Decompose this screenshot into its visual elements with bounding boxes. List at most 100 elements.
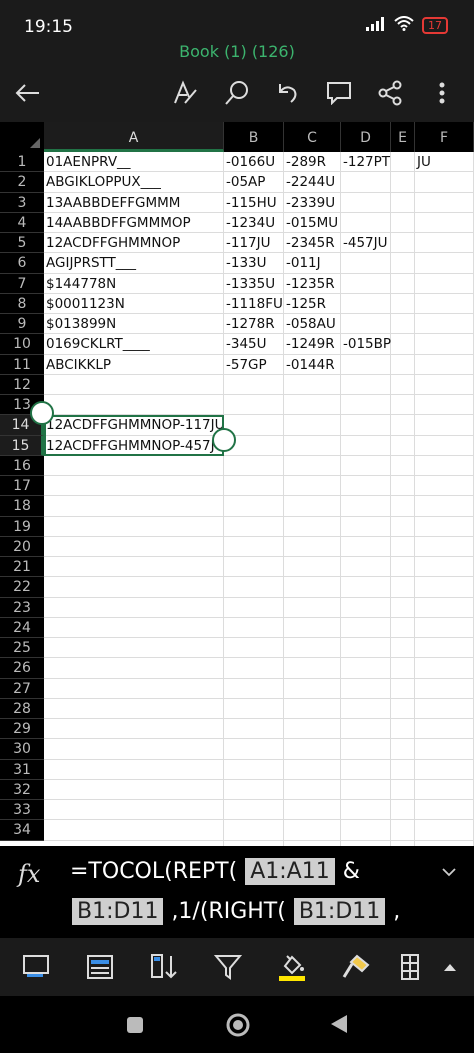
cell-c7[interactable]: -1235R xyxy=(284,274,335,294)
row-header-3[interactable]: 3 xyxy=(0,192,44,213)
home-icon[interactable] xyxy=(225,1012,251,1042)
row-header-28[interactable]: 28 xyxy=(0,698,44,719)
cell-c6[interactable]: -011J xyxy=(284,253,321,273)
filter-icon[interactable] xyxy=(212,952,244,982)
back-triangle-icon[interactable] xyxy=(330,1014,348,1038)
row-header-6[interactable]: 6 xyxy=(0,253,44,274)
cell-a2[interactable]: ABGIKLOPPUX___ xyxy=(44,172,161,192)
share-icon[interactable] xyxy=(373,76,407,110)
formula-ref-b2[interactable]: B1:D11 xyxy=(293,898,386,925)
undo-icon[interactable] xyxy=(270,76,304,110)
cell-c9[interactable]: -058AU xyxy=(284,314,336,334)
row-header-10[interactable]: 10 xyxy=(0,334,44,355)
column-header-f[interactable]: F xyxy=(415,122,474,152)
row-header-16[interactable]: 16 xyxy=(0,455,44,476)
cell-c10[interactable]: -1249R xyxy=(284,334,335,354)
row-header-17[interactable]: 17 xyxy=(0,476,44,497)
formula-ref-b[interactable]: B1:D11 xyxy=(72,898,164,925)
column-header-e[interactable]: E xyxy=(391,122,415,152)
row-header-27[interactable]: 27 xyxy=(0,678,44,699)
cell-c8[interactable]: -125R xyxy=(284,294,326,314)
cell-c11[interactable]: -0144R xyxy=(284,355,335,375)
row-header-8[interactable]: 8 xyxy=(0,293,44,314)
formula-bar[interactable]: fx =TOCOL(REPT( A1:A11 & B1:D11 ,1/(RIGH… xyxy=(0,846,474,938)
cell-a3[interactable]: 13AABBDEFFGMMM xyxy=(44,193,180,213)
cell-a9[interactable]: $013899N xyxy=(44,314,116,334)
row-header-20[interactable]: 20 xyxy=(0,536,44,557)
cell-c3[interactable]: -2339U xyxy=(284,193,335,213)
expand-up-icon[interactable] xyxy=(434,952,466,982)
row-header-11[interactable]: 11 xyxy=(0,354,44,375)
selection-range[interactable] xyxy=(44,415,224,456)
formula-line-2[interactable]: B1:D11 ,1/(RIGHT( B1:D11 , xyxy=(72,898,400,925)
row-header-34[interactable]: 34 xyxy=(0,820,44,841)
column-header-a[interactable]: A xyxy=(44,122,224,152)
cell-b3[interactable]: -115HU xyxy=(224,193,277,213)
cell-a7[interactable]: $144778N xyxy=(44,274,116,294)
draw-pen-icon[interactable] xyxy=(168,76,202,110)
cell-c5[interactable]: -2345R xyxy=(284,233,335,253)
column-header-b[interactable]: B xyxy=(224,122,284,152)
row-header-5[interactable]: 5 xyxy=(0,233,44,254)
row-header-15[interactable]: 15 xyxy=(0,435,44,456)
cell-b8[interactable]: -1118FU xyxy=(224,294,283,314)
cell-b11[interactable]: -57GP xyxy=(224,355,267,375)
cell-b6[interactable]: -133U xyxy=(224,253,267,273)
cell-c4[interactable]: -015MU xyxy=(284,213,338,233)
cell-area[interactable]: 01AENPRV__ ABGIKLOPPUX___ 13AABBDEFFGMMM 14… xyxy=(30,152,474,846)
formula-line-1[interactable]: =TOCOL(REPT( A1:A11 & xyxy=(70,858,360,885)
cell-f1[interactable]: JU xyxy=(415,152,431,172)
row-header-12[interactable]: 12 xyxy=(0,374,44,395)
cell-d1[interactable]: -127PT xyxy=(341,152,390,172)
table-format-icon[interactable] xyxy=(84,952,116,982)
spreadsheet-grid[interactable]: ABCDEF 1 2 3 4 5 6 7 8 9 10 11 12 13 14 15 16 17 18 19 20 21… xyxy=(0,122,474,846)
more-vertical-icon[interactable] xyxy=(425,76,459,110)
cell-b4[interactable]: -1234U xyxy=(224,213,275,233)
cell-b1[interactable]: -0166U xyxy=(224,152,275,172)
chevron-down-icon[interactable] xyxy=(442,862,456,881)
row-header-19[interactable]: 19 xyxy=(0,516,44,537)
column-header-c[interactable]: C xyxy=(284,122,341,152)
row-header-30[interactable]: 30 xyxy=(0,739,44,760)
column-header-d[interactable]: D xyxy=(341,122,391,152)
recent-apps-icon[interactable] xyxy=(126,1016,144,1038)
row-header-23[interactable]: 23 xyxy=(0,597,44,618)
comment-icon[interactable] xyxy=(322,76,356,110)
cell-a1[interactable]: 01AENPRV__ xyxy=(44,152,131,172)
insert-column-icon[interactable] xyxy=(396,952,428,982)
row-header-4[interactable]: 4 xyxy=(0,212,44,233)
cell-b5[interactable]: -117JU xyxy=(224,233,271,253)
cell-d10[interactable]: -015BP xyxy=(341,334,391,354)
search-icon[interactable] xyxy=(220,76,254,110)
view-icon[interactable] xyxy=(20,952,52,982)
row-header-26[interactable]: 26 xyxy=(0,658,44,679)
row-header-24[interactable]: 24 xyxy=(0,617,44,638)
row-header-1[interactable]: 1 xyxy=(0,152,44,173)
row-header-2[interactable]: 2 xyxy=(0,172,44,193)
select-all-corner[interactable] xyxy=(0,122,44,152)
selection-handle-end[interactable] xyxy=(212,427,236,452)
row-header-25[interactable]: 25 xyxy=(0,638,44,659)
row-header-33[interactable]: 33 xyxy=(0,800,44,821)
row-header-31[interactable]: 31 xyxy=(0,759,44,780)
cell-b7[interactable]: -1335U xyxy=(224,274,275,294)
cell-c1[interactable]: -289R xyxy=(284,152,326,172)
format-painter-icon[interactable] xyxy=(340,952,372,982)
formula-ref-a[interactable]: A1:A11 xyxy=(245,858,335,885)
cell-a4[interactable]: 14AABBDFFGMMMOP xyxy=(44,213,191,233)
cell-a6[interactable]: AGIJPRSTT___ xyxy=(44,253,136,273)
cell-d5[interactable]: -457JU xyxy=(341,233,388,253)
row-header-22[interactable]: 22 xyxy=(0,577,44,598)
row-header-32[interactable]: 32 xyxy=(0,779,44,800)
cell-a10[interactable]: 0169CKLRT____ xyxy=(44,334,150,354)
fill-color-icon[interactable] xyxy=(276,952,308,982)
row-header-18[interactable]: 18 xyxy=(0,496,44,517)
row-header-29[interactable]: 29 xyxy=(0,719,44,740)
row-header-7[interactable]: 7 xyxy=(0,273,44,294)
cell-a11[interactable]: ABCIKKLP xyxy=(44,355,111,375)
sort-icon[interactable] xyxy=(148,952,180,982)
cell-a5[interactable]: 12ACDFFGHMMNOP xyxy=(44,233,180,253)
cell-a8[interactable]: $0001123N xyxy=(44,294,125,314)
cell-b2[interactable]: -05AP xyxy=(224,172,265,192)
row-header-21[interactable]: 21 xyxy=(0,557,44,578)
